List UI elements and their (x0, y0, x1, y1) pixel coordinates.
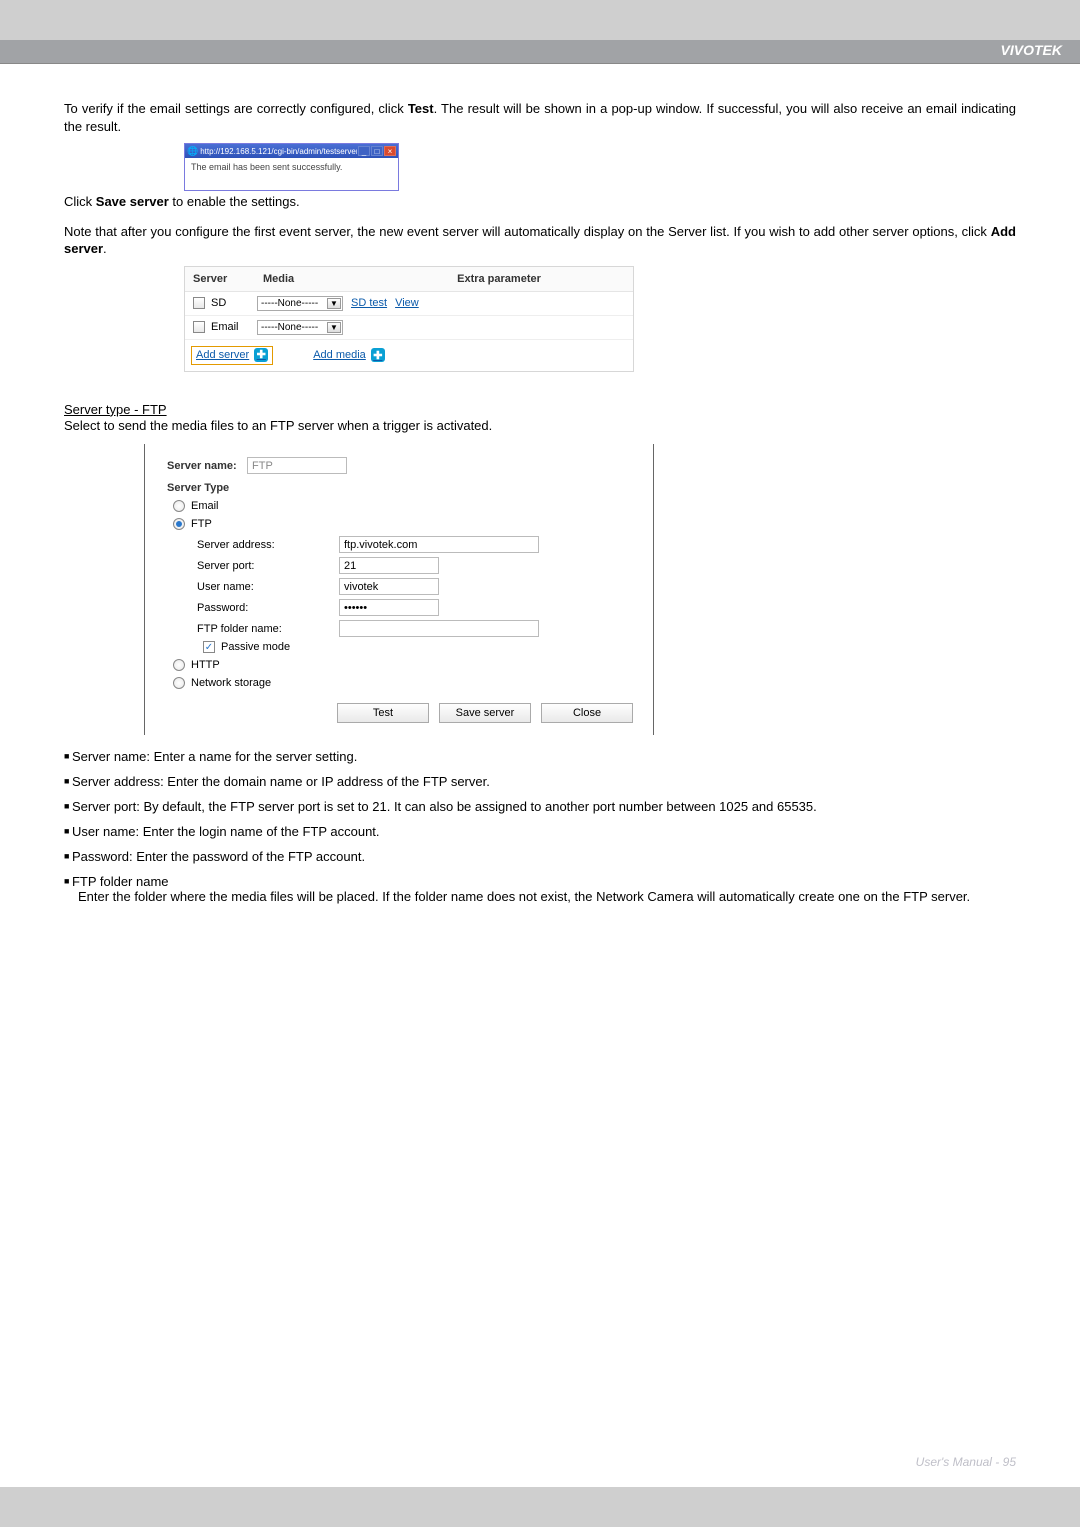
server-type-label: Server Type (167, 482, 639, 494)
view-link[interactable]: View (395, 297, 419, 309)
text: to enable the settings. (169, 194, 300, 209)
ftp-settings-panel: Server name: Server Type Email FTP Serve… (144, 444, 654, 735)
table-row: Email -----None----- ▼ (185, 316, 633, 340)
sd-test-link[interactable]: SD test (351, 297, 387, 309)
radio-ns-label: Network storage (191, 677, 271, 689)
list-item-sub: Enter the folder where the media files w… (78, 889, 1016, 904)
list-item: Server port: By default, the FTP server … (64, 799, 1016, 814)
add-media-button[interactable]: Add media ✚ (313, 348, 385, 362)
plus-icon: ✚ (371, 348, 385, 362)
text: To verify if the email settings are corr… (64, 101, 408, 116)
row-name: SD (211, 297, 257, 309)
col-media: Media (255, 267, 365, 291)
media-select[interactable]: -----None----- ▼ (257, 296, 343, 311)
col-extra: Extra parameter (365, 267, 633, 291)
passive-mode-checkbox[interactable]: ✓ (203, 641, 215, 653)
ie-icon: 🌐 (187, 146, 198, 157)
add-media-label: Add media (313, 349, 366, 361)
add-server-button[interactable]: Add server ✚ (196, 348, 268, 362)
header-stripe: VIVOTEK (0, 40, 1080, 64)
radio-http[interactable] (173, 659, 185, 671)
media-select[interactable]: -----None----- ▼ (257, 320, 343, 335)
server-list-table: Server Media Extra parameter SD -----Non… (184, 266, 634, 372)
popup-titlebar: 🌐 http://192.168.5.121/cgi-bin/admin/tes… (185, 144, 398, 158)
chevron-down-icon: ▼ (327, 298, 341, 309)
ftp-folder-label: FTP folder name: (197, 623, 339, 635)
popup-body: The email has been sent successfully. (185, 158, 398, 190)
server-address-input[interactable] (339, 536, 539, 553)
add-server-highlight: Add server ✚ (191, 346, 273, 365)
keyword-test: Test (408, 101, 434, 116)
select-value: -----None----- (261, 298, 318, 309)
radio-ftp[interactable] (173, 518, 185, 530)
server-port-input[interactable] (339, 557, 439, 574)
server-name-label: Server name: (167, 460, 247, 472)
close-icon[interactable]: × (384, 146, 396, 156)
text: . (103, 241, 107, 256)
radio-email-label: Email (191, 500, 219, 512)
paragraph-verify: To verify if the email settings are corr… (64, 100, 1016, 135)
table-row: SD -----None----- ▼ SD test View (185, 292, 633, 316)
list-item-title: FTP folder name (72, 874, 169, 889)
brand-logo: VIVOTEK (1001, 42, 1062, 58)
checkbox[interactable] (193, 321, 205, 333)
user-name-input[interactable] (339, 578, 439, 595)
list-item: User name: Enter the login name of the F… (64, 824, 1016, 839)
list-item: Server name: Enter a name for the server… (64, 749, 1016, 764)
radio-ftp-label: FTP (191, 518, 212, 530)
passive-mode-label: Passive mode (221, 641, 290, 653)
section-title-ftp: Server type - FTP (64, 402, 1016, 417)
text: Note that after you configure the first … (64, 224, 991, 239)
col-server: Server (185, 267, 255, 291)
radio-http-label: HTTP (191, 659, 220, 671)
close-button[interactable]: Close (541, 703, 633, 723)
popup-screenshot: 🌐 http://192.168.5.121/cgi-bin/admin/tes… (184, 143, 399, 191)
ftp-folder-input[interactable] (339, 620, 539, 637)
radio-email[interactable] (173, 500, 185, 512)
select-value: -----None----- (261, 322, 318, 333)
paragraph-save: Click Save server to enable the settings… (64, 193, 1016, 211)
add-row: Add server ✚ Add media ✚ (185, 340, 633, 371)
radio-network-storage[interactable] (173, 677, 185, 689)
save-server-button[interactable]: Save server (439, 703, 531, 723)
page-footer: User's Manual - 95 (916, 1455, 1016, 1469)
paragraph-note: Note that after you configure the first … (64, 223, 1016, 258)
text: Click (64, 194, 96, 209)
table-header: Server Media Extra parameter (185, 267, 633, 292)
row-name: Email (211, 321, 257, 333)
password-label: Password: (197, 602, 339, 614)
description-list: Server name: Enter a name for the server… (64, 749, 1016, 904)
plus-icon: ✚ (254, 348, 268, 362)
list-item: Server address: Enter the domain name or… (64, 774, 1016, 789)
password-input[interactable] (339, 599, 439, 616)
maximize-icon[interactable]: □ (371, 146, 383, 156)
test-button[interactable]: Test (337, 703, 429, 723)
server-address-label: Server address: (197, 539, 339, 551)
list-item: Password: Enter the password of the FTP … (64, 849, 1016, 864)
keyword-save-server: Save server (96, 194, 169, 209)
minimize-icon[interactable]: _ (358, 146, 370, 156)
chevron-down-icon: ▼ (327, 322, 341, 333)
user-name-label: User name: (197, 581, 339, 593)
section-subtitle: Select to send the media files to an FTP… (64, 417, 1016, 435)
server-port-label: Server port: (197, 560, 339, 572)
list-item: FTP folder name Enter the folder where t… (64, 874, 1016, 904)
popup-title-text: http://192.168.5.121/cgi-bin/admin/tests… (200, 147, 357, 156)
server-name-input[interactable] (247, 457, 347, 474)
checkbox[interactable] (193, 297, 205, 309)
add-server-label: Add server (196, 349, 249, 361)
